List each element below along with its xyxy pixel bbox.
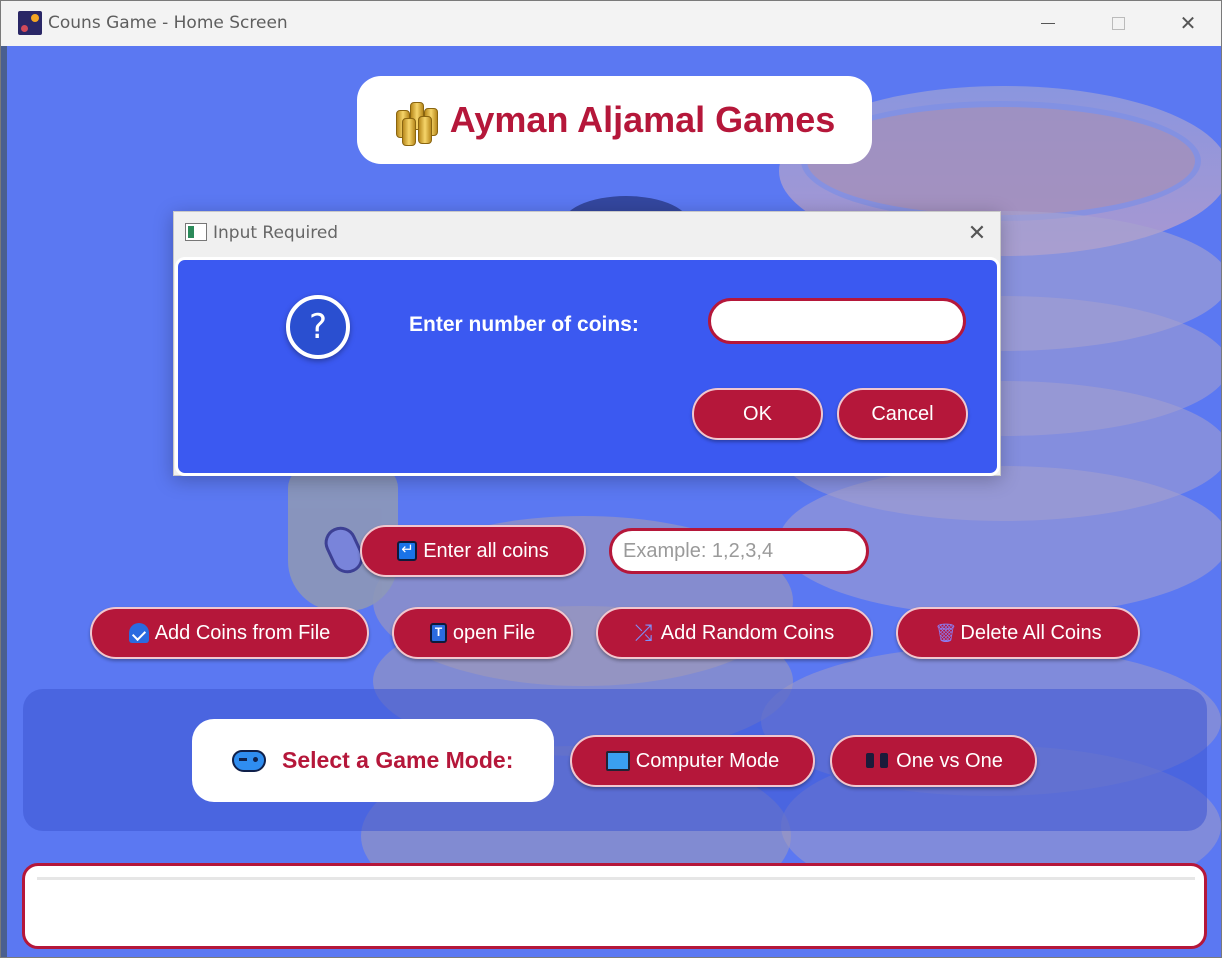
coins-count-prompt: Enter number of coins: (409, 313, 639, 336)
dialog-title: Input Required (213, 223, 339, 243)
game-mode-label-pill: Select a Game Mode: (192, 719, 554, 802)
cancel-label: Cancel (871, 402, 934, 425)
gamepad-icon (232, 749, 266, 772)
close-icon: ✕ (967, 220, 987, 245)
coins-count-input[interactable] (708, 298, 966, 344)
app-window: Couns Game - Home Screen ✕ Ayman Aljamal… (0, 0, 1222, 958)
coins-list-input[interactable]: Example: 1,2,3,4 (609, 528, 869, 574)
maximize-icon (1111, 17, 1125, 30)
ok-button[interactable]: OK (692, 388, 823, 440)
mail-icon (128, 623, 149, 643)
add-random-coins-button[interactable]: ⤮ Add Random Coins (596, 607, 873, 659)
left-edge-strip (1, 46, 7, 957)
monitor-icon (605, 751, 630, 771)
client-area: Ayman Aljamal Games Enter all coins Exam… (1, 46, 1221, 957)
one-vs-one-label: One vs One (896, 749, 1003, 772)
enter-all-coins-button[interactable]: Enter all coins (360, 525, 586, 577)
add-random-coins-label: Add Random Coins (660, 621, 835, 644)
close-button[interactable]: ✕ (1153, 1, 1221, 46)
open-file-button[interactable]: open File (392, 607, 573, 659)
minimize-icon (1041, 23, 1055, 24)
close-icon: ✕ (1179, 13, 1197, 35)
input-required-dialog: Input Required ✕ ? Enter number of coins… (173, 211, 1001, 476)
title-bar[interactable]: Couns Game - Home Screen ✕ (1, 1, 1221, 46)
header-banner: Ayman Aljamal Games (357, 76, 872, 164)
computer-mode-button[interactable]: Computer Mode (570, 735, 815, 787)
maximize-button[interactable] (1083, 1, 1153, 46)
coins-list-placeholder: Example: 1,2,3,4 (623, 540, 774, 562)
enter-icon (397, 540, 418, 561)
gold-coins-icon (394, 96, 440, 146)
trash-icon: 🗑 (934, 623, 958, 643)
header-title: Ayman Aljamal Games (449, 99, 836, 140)
app-icon (18, 11, 42, 35)
shuffle-icon: ⤮ (634, 620, 653, 645)
dialog-title-bar[interactable]: Input Required ✕ (174, 212, 1000, 257)
delete-all-coins-label: Delete All Coins (960, 621, 1102, 644)
question-icon: ? (286, 295, 350, 359)
game-mode-label: Select a Game Mode: (282, 747, 514, 773)
add-coins-from-file-button[interactable]: Add Coins from File (90, 607, 369, 659)
output-separator (37, 877, 1195, 880)
dialog-close-button[interactable]: ✕ (964, 220, 990, 246)
delete-all-coins-button[interactable]: 🗑 Delete All Coins (896, 607, 1140, 659)
window-title: Couns Game - Home Screen (48, 13, 288, 33)
minimize-button[interactable] (1013, 1, 1083, 46)
computer-mode-label: Computer Mode (635, 749, 780, 772)
dialog-body: ? Enter number of coins: OK Cancel (175, 257, 1000, 476)
add-coins-from-file-label: Add Coins from File (154, 621, 331, 644)
open-file-label: open File (452, 621, 536, 644)
dialog-app-icon (185, 223, 207, 241)
ok-label: OK (743, 402, 772, 425)
two-players-icon (864, 750, 890, 772)
cancel-button[interactable]: Cancel (837, 388, 968, 440)
output-text-area[interactable] (22, 863, 1207, 949)
one-vs-one-button[interactable]: One vs One (830, 735, 1037, 787)
text-file-icon (429, 623, 447, 643)
enter-all-coins-label: Enter all coins (423, 539, 549, 562)
